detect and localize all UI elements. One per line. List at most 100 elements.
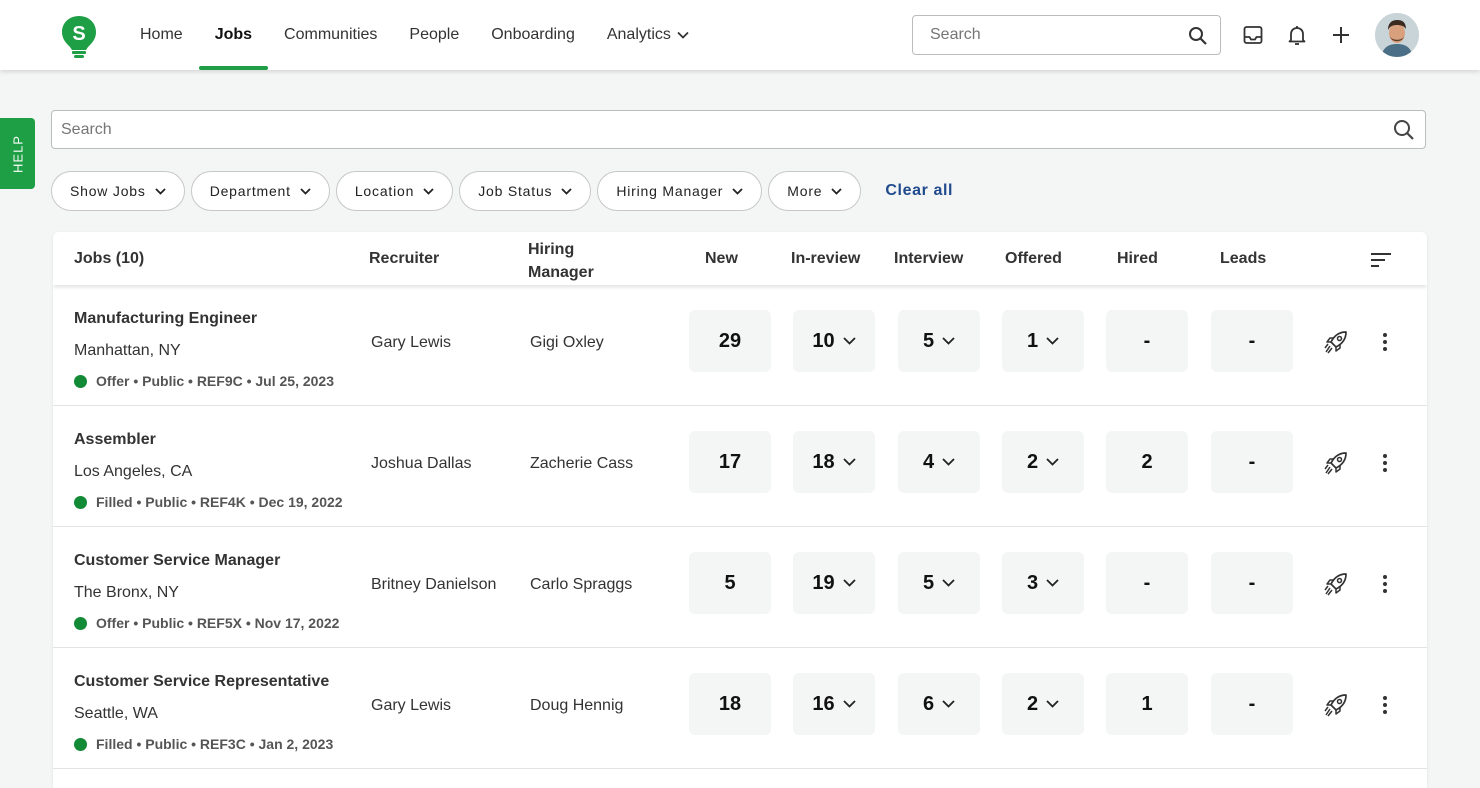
table-row[interactable]: Customer Service Representative Seattle,… xyxy=(53,648,1427,769)
global-search-input[interactable] xyxy=(913,16,1173,54)
stat-new[interactable]: 17 xyxy=(689,431,771,493)
column-header-in-review[interactable]: In-review xyxy=(791,250,860,268)
stat-value: 10 xyxy=(812,329,835,352)
filter-department[interactable]: Department xyxy=(190,171,330,211)
rocket-icon[interactable] xyxy=(1323,692,1349,718)
nav-item-analytics[interactable]: Analytics xyxy=(591,0,705,70)
filter-bar: Show Jobs Department Location Job Status… xyxy=(51,171,953,211)
nav-item-onboarding[interactable]: Onboarding xyxy=(475,0,591,70)
nav-item-home[interactable]: Home xyxy=(124,0,199,70)
nav-item-people[interactable]: People xyxy=(393,0,475,70)
user-avatar-icon xyxy=(1375,13,1419,57)
stat-value: - xyxy=(1143,329,1151,352)
recruiter-name: Britney Danielson xyxy=(371,576,497,593)
filter-more[interactable]: More xyxy=(768,171,862,211)
bell-icon[interactable] xyxy=(1285,23,1309,47)
filter-hiring-manager[interactable]: Hiring Manager xyxy=(597,171,763,211)
job-meta-text: Filled • Public • REF3C • Jan 2, 2023 xyxy=(96,736,334,752)
chevron-down-icon xyxy=(942,700,955,708)
rocket-icon[interactable] xyxy=(1323,329,1349,355)
nav-label: Analytics xyxy=(606,26,671,43)
filter-location[interactable]: Location xyxy=(335,171,454,211)
help-label: HELP xyxy=(10,134,25,173)
nav-item-jobs[interactable]: Jobs xyxy=(198,0,269,70)
job-meta: Offer • Public • REF5X • Nov 17, 2022 xyxy=(74,615,339,631)
plus-icon[interactable] xyxy=(1329,23,1353,47)
column-header-offered[interactable]: Offered xyxy=(1005,250,1062,268)
status-dot xyxy=(74,374,87,388)
more-actions-icon[interactable] xyxy=(1376,451,1394,475)
top-navigation-bar: S Home Jobs Communities People Onboardin… xyxy=(0,0,1480,70)
hiring-manager-name: Gigi Oxley xyxy=(530,334,604,351)
filter-show-jobs[interactable]: Show Jobs xyxy=(51,171,185,211)
search-icon[interactable] xyxy=(1393,119,1415,141)
column-header-leads[interactable]: Leads xyxy=(1220,250,1266,268)
more-actions-icon[interactable] xyxy=(1376,693,1394,717)
stat-value: 5 xyxy=(922,329,935,352)
column-header-hired[interactable]: Hired xyxy=(1117,250,1158,268)
more-actions-icon[interactable] xyxy=(1376,572,1394,596)
job-title[interactable]: Assembler xyxy=(74,431,156,449)
stat-value: 1 xyxy=(1141,692,1153,715)
stat-interview[interactable]: 4 xyxy=(898,431,980,493)
chevron-down-icon xyxy=(155,187,166,195)
stat-hired: 1 xyxy=(1106,673,1188,735)
chevron-down-icon xyxy=(1046,700,1059,708)
stat-interview[interactable]: 5 xyxy=(898,552,980,614)
status-dot xyxy=(74,495,87,509)
stat-offered[interactable]: 3 xyxy=(1002,552,1084,614)
stat-offered[interactable]: 2 xyxy=(1002,431,1084,493)
column-header-recruiter[interactable]: Recruiter xyxy=(369,250,439,268)
stat-value: 2 xyxy=(1026,692,1039,715)
company-logo[interactable]: S xyxy=(60,14,98,58)
global-search xyxy=(912,15,1221,55)
main-nav: Home Jobs Communities People Onboarding … xyxy=(124,0,705,70)
more-actions-icon[interactable] xyxy=(1376,330,1394,354)
stat-interview[interactable]: 5 xyxy=(898,310,980,372)
stat-offered[interactable]: 1 xyxy=(1002,310,1084,372)
stat-in-review[interactable]: 16 xyxy=(793,673,875,735)
stat-new[interactable]: 18 xyxy=(689,673,771,735)
rocket-icon[interactable] xyxy=(1323,450,1349,476)
table-row[interactable]: Manufacturing Engineer Manhattan, NY Off… xyxy=(53,285,1427,406)
stat-in-review[interactable]: 18 xyxy=(793,431,875,493)
stat-value: - xyxy=(1143,571,1151,594)
stat-value: 2 xyxy=(1026,450,1039,473)
stat-value: - xyxy=(1248,692,1256,715)
filter-label: Show Jobs xyxy=(70,183,146,199)
job-meta: Offer • Public • REF9C • Jul 25, 2023 xyxy=(74,373,334,389)
jobs-search-input[interactable] xyxy=(52,111,1352,148)
nav-item-communities[interactable]: Communities xyxy=(268,0,393,70)
stat-leads: - xyxy=(1211,431,1293,493)
column-header-jobs[interactable]: Jobs (10) xyxy=(74,250,144,268)
column-header-interview[interactable]: Interview xyxy=(894,250,963,268)
table-row[interactable]: Customer Service Manager The Bronx, NY O… xyxy=(53,527,1427,648)
stat-value: 4 xyxy=(922,450,935,473)
filter-job-status[interactable]: Job Status xyxy=(459,171,592,211)
chevron-down-icon xyxy=(842,700,856,708)
inbox-icon[interactable] xyxy=(1241,23,1265,47)
help-tab[interactable]: HELP xyxy=(0,118,35,189)
search-icon[interactable] xyxy=(1188,26,1208,46)
stat-interview[interactable]: 6 xyxy=(898,673,980,735)
stat-in-review[interactable]: 10 xyxy=(793,310,875,372)
job-title[interactable]: Customer Service Representative xyxy=(74,673,329,691)
stat-new[interactable]: 5 xyxy=(689,552,771,614)
stat-new[interactable]: 29 xyxy=(689,310,771,372)
rocket-icon[interactable] xyxy=(1323,571,1349,597)
clear-all-link[interactable]: Clear all xyxy=(885,182,953,200)
table-row[interactable]: Assembler Los Angeles, CA Filled • Publi… xyxy=(53,406,1427,527)
stat-offered[interactable]: 2 xyxy=(1002,673,1084,735)
job-title[interactable]: Customer Service Manager xyxy=(74,552,280,570)
stat-value: - xyxy=(1248,329,1256,352)
chevron-down-icon xyxy=(677,31,689,39)
column-header-new[interactable]: New xyxy=(705,250,738,268)
column-header-hiring-manager[interactable]: Hiring Manager xyxy=(528,238,594,284)
sort-icon[interactable] xyxy=(1369,250,1393,270)
job-title[interactable]: Manufacturing Engineer xyxy=(74,310,257,328)
job-location: The Bronx, NY xyxy=(74,584,179,601)
stat-leads: - xyxy=(1211,552,1293,614)
job-meta: Filled • Public • REF4K • Dec 19, 2022 xyxy=(74,494,343,510)
stat-in-review[interactable]: 19 xyxy=(793,552,875,614)
avatar[interactable] xyxy=(1375,13,1419,57)
